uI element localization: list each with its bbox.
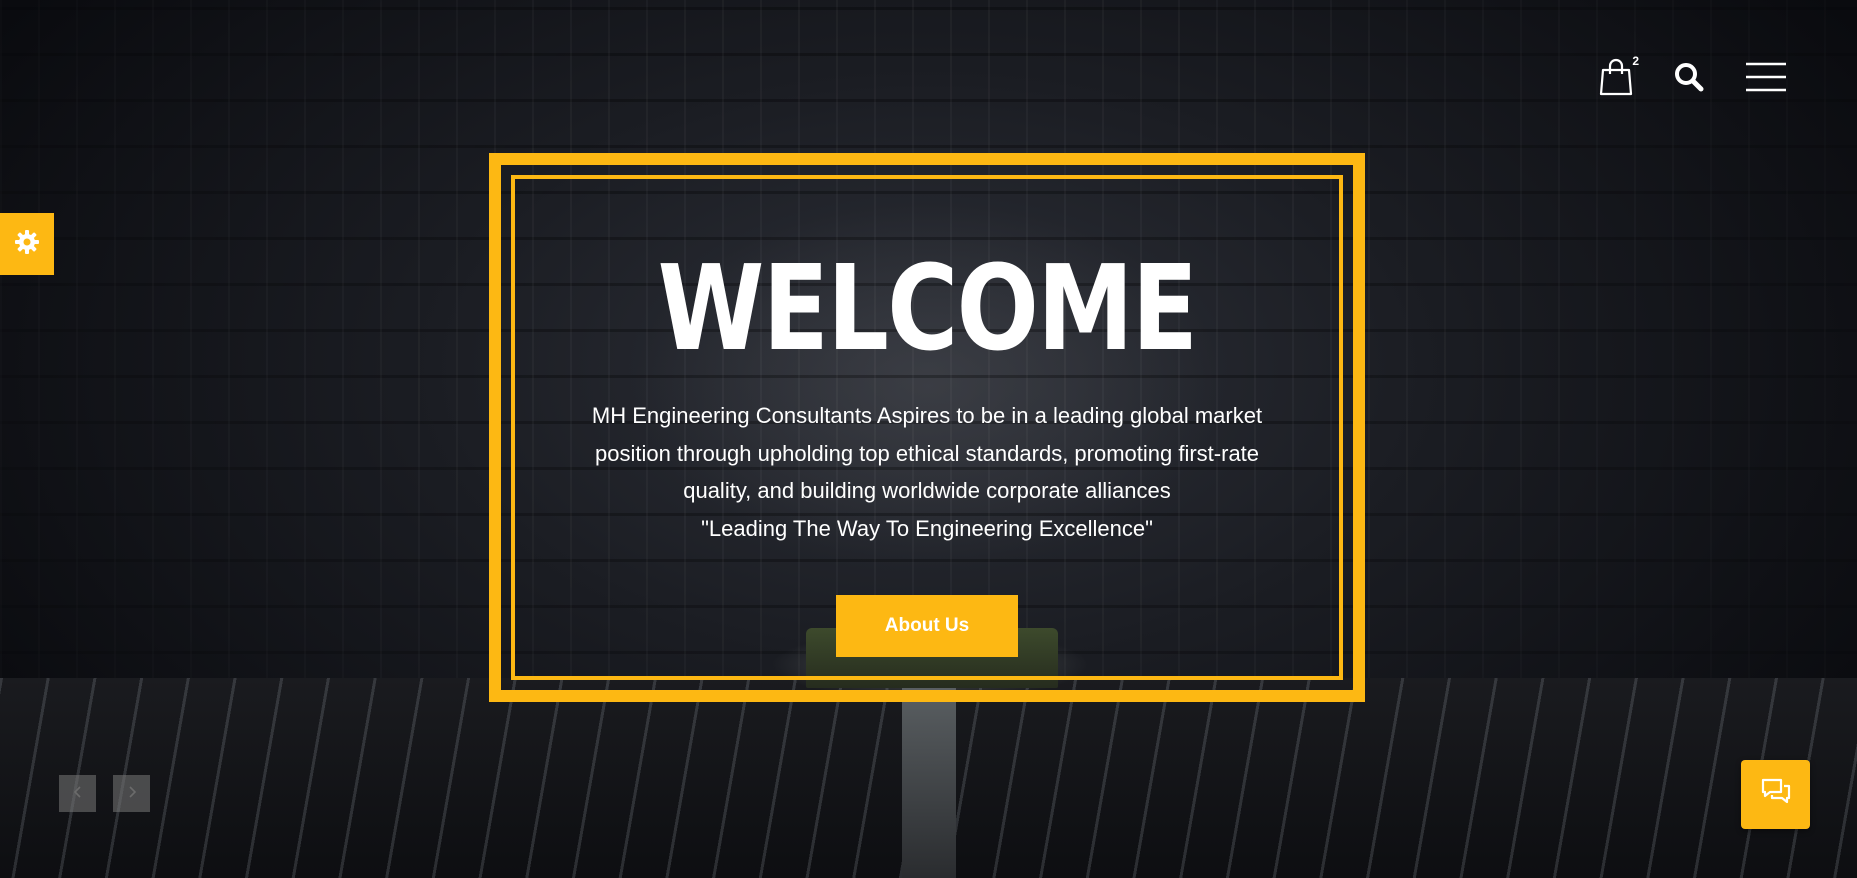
- hero-section: 2 WELCOME MH Engineering Consultants Asp…: [0, 0, 1857, 878]
- welcome-description: MH Engineering Consultants Aspires to be…: [591, 403, 1263, 503]
- about-us-button[interactable]: About Us: [836, 595, 1018, 657]
- slider-next-button[interactable]: [113, 775, 150, 812]
- background-walkway: [902, 688, 956, 878]
- chevron-right-icon: [127, 785, 137, 803]
- welcome-description-block: MH Engineering Consultants Aspires to be…: [577, 397, 1277, 547]
- welcome-tagline: "Leading The Way To Engineering Excellen…: [701, 515, 1153, 541]
- header-icons: 2: [1599, 54, 1787, 101]
- cart-button[interactable]: 2: [1599, 54, 1639, 101]
- search-icon: [1673, 63, 1705, 97]
- shopping-bag-icon: [1599, 58, 1633, 100]
- settings-toggle-button[interactable]: [0, 213, 54, 275]
- gear-icon: [14, 229, 40, 260]
- welcome-title: WELCOME: [657, 239, 1198, 377]
- chat-bubbles-icon: [1760, 777, 1792, 812]
- chevron-left-icon: [73, 785, 83, 803]
- welcome-frame-inner: WELCOME MH Engineering Consultants Aspir…: [511, 175, 1343, 680]
- welcome-frame: WELCOME MH Engineering Consultants Aspir…: [489, 153, 1365, 702]
- slider-controls: [59, 775, 150, 812]
- hamburger-menu-icon: [1745, 62, 1787, 97]
- cart-count-badge: 2: [1632, 54, 1639, 68]
- menu-button[interactable]: [1745, 61, 1787, 98]
- chat-button[interactable]: [1741, 760, 1810, 829]
- slider-prev-button[interactable]: [59, 775, 96, 812]
- search-button[interactable]: [1673, 61, 1705, 98]
